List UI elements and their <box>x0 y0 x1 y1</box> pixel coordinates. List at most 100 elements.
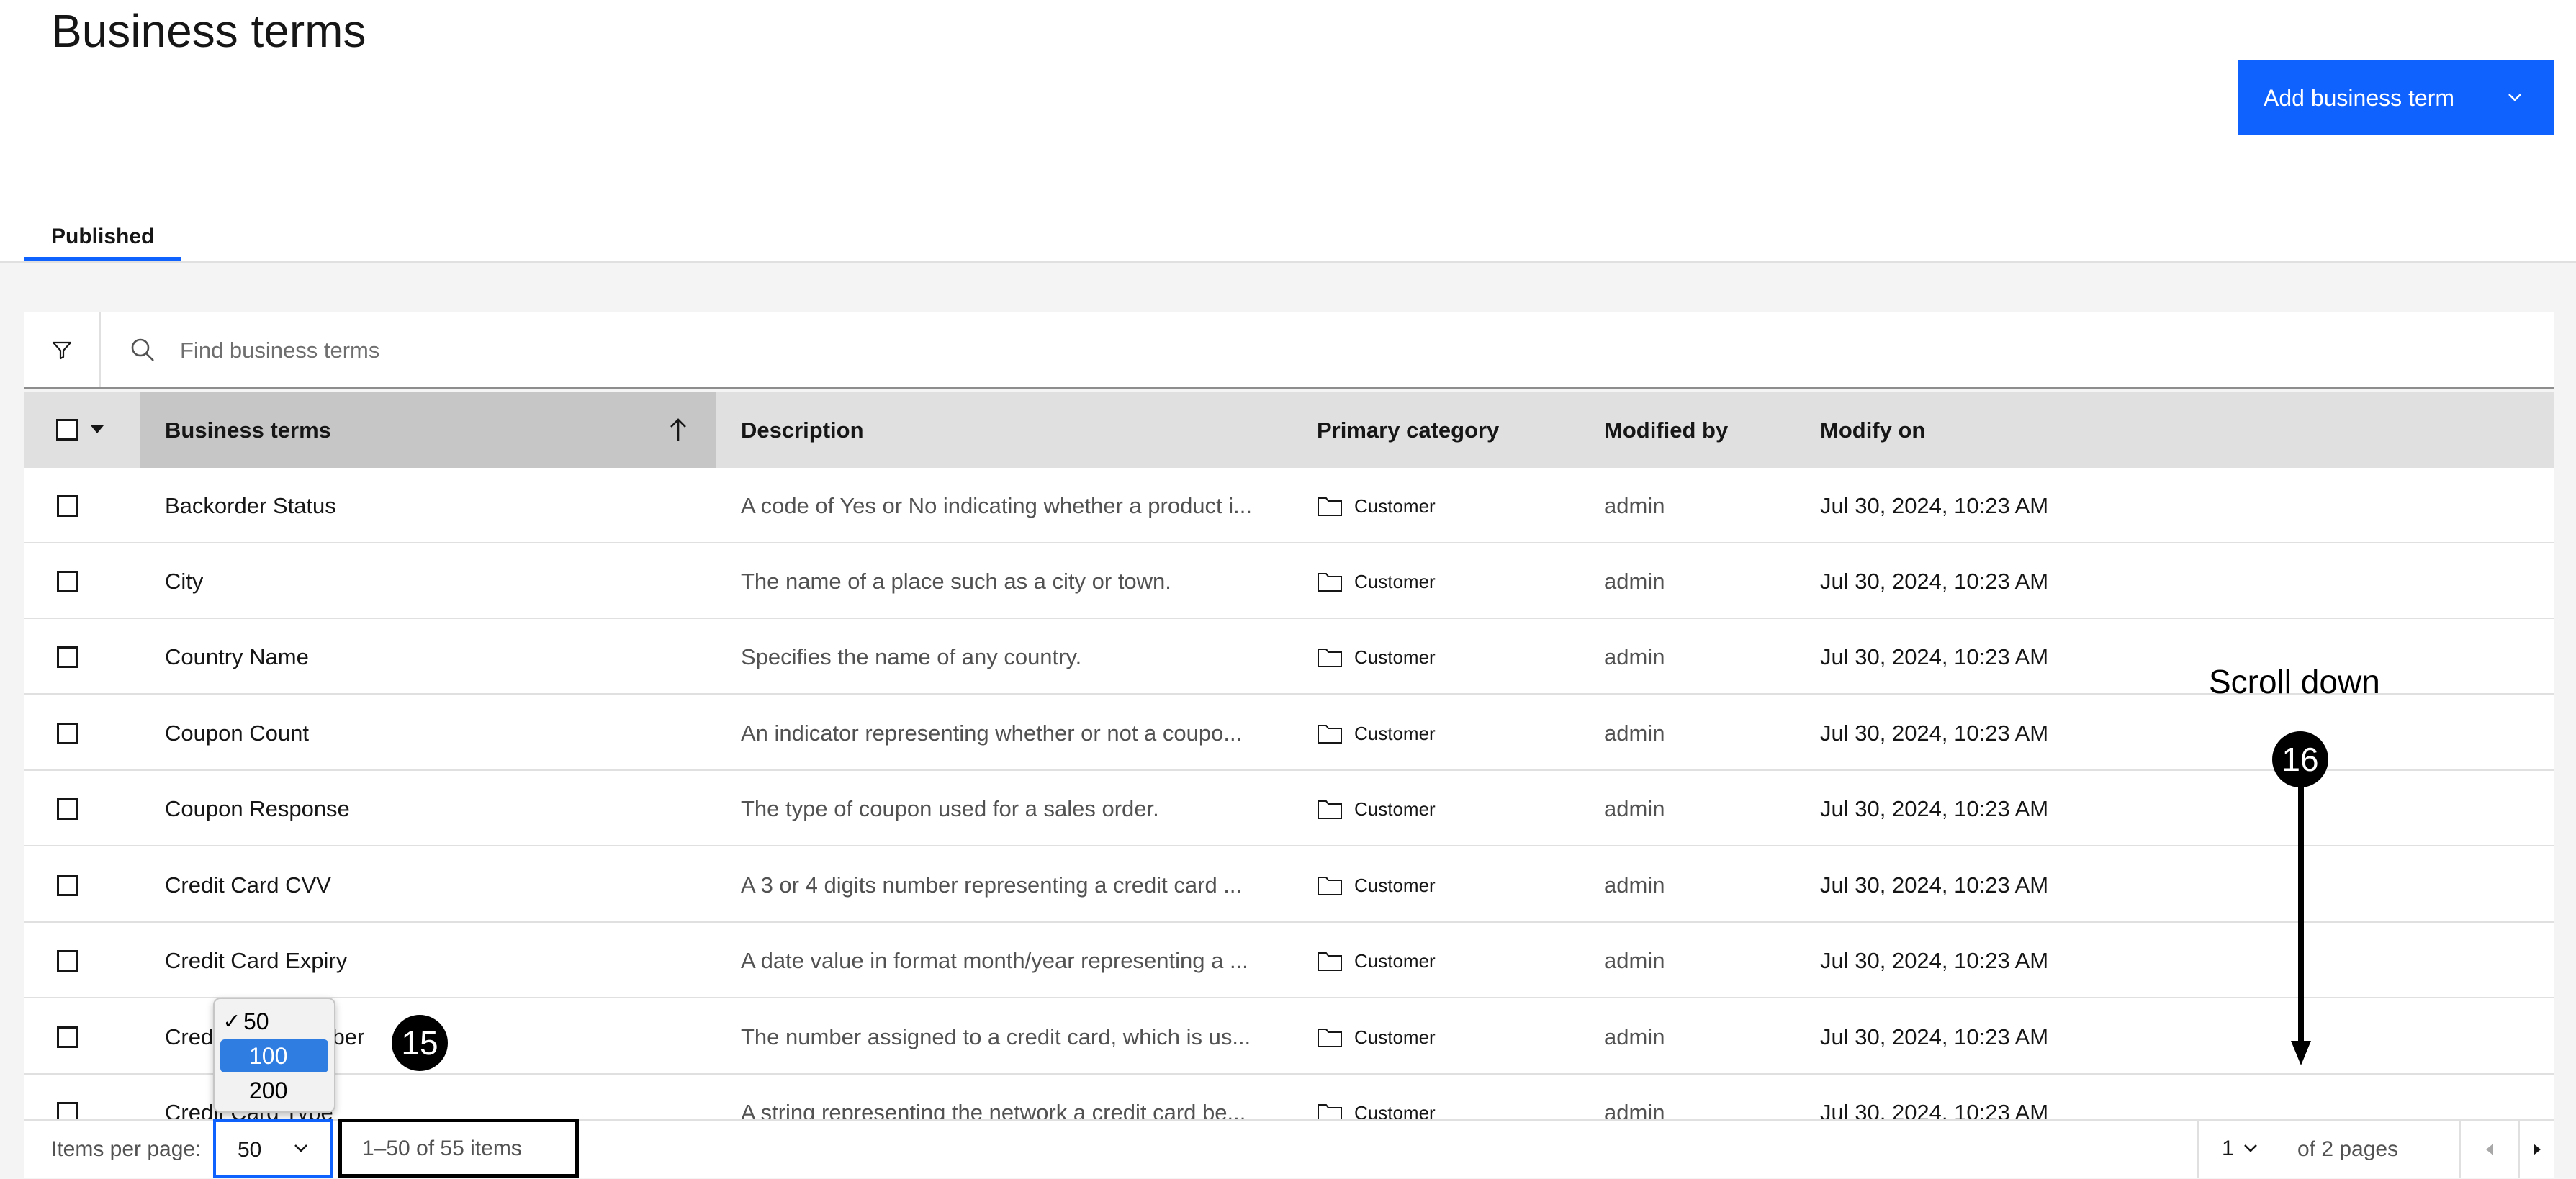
term-cell[interactable]: Credit Card Expiry <box>165 923 347 998</box>
term-cell[interactable]: Backorder Status <box>165 469 336 543</box>
term-cell[interactable]: Country Name <box>165 620 309 695</box>
column-header-modify-on[interactable]: Modify on <box>1820 392 1925 468</box>
modified-on-cell: Jul 30, 2024, 10:23 AM <box>1820 1100 2049 1119</box>
dropdown-option-50[interactable]: ✓ 50 <box>220 1005 328 1038</box>
items-per-page-select[interactable]: 50 <box>213 1119 333 1178</box>
select-all-header <box>24 392 138 468</box>
table-row[interactable]: Country Name Specifies the name of any c… <box>24 620 2554 695</box>
modified-by-cell: admin <box>1604 493 1665 518</box>
column-header-label: Business terms <box>165 417 331 443</box>
add-business-term-label: Add business term <box>2264 84 2455 111</box>
term-cell[interactable]: Credit Card CVV <box>165 848 331 923</box>
table-row[interactable]: Coupon Count An indicator representing w… <box>24 696 2554 771</box>
modified-by-cell: admin <box>1604 720 1665 746</box>
category-label: Customer <box>1354 1101 1436 1120</box>
row-checkbox[interactable] <box>57 950 78 972</box>
category-label: Customer <box>1354 494 1436 517</box>
column-header-primary-category[interactable]: Primary category <box>1317 392 1499 468</box>
previous-page-button[interactable] <box>2461 1121 2518 1178</box>
description-cell: A date value in format month/year repres… <box>741 948 1248 973</box>
dropdown-option-100[interactable]: 100 <box>220 1039 328 1072</box>
modified-by-cell: admin <box>1604 644 1665 669</box>
category-cell: Customer <box>1317 544 1436 619</box>
category-label: Customer <box>1354 570 1436 592</box>
items-per-page-dropdown: ✓ 50 100 200 <box>213 998 335 1113</box>
table-row[interactable]: City The name of a place such as a city … <box>24 544 2554 619</box>
step-16-badge: 16 <box>2272 731 2328 787</box>
tab-published[interactable]: Published <box>24 216 181 261</box>
business-terms-table: Business terms Description Primary categ… <box>24 392 2554 1119</box>
column-header-modified-by[interactable]: Modified by <box>1604 392 1728 468</box>
table-row[interactable]: Credit Card Type A string representing t… <box>24 1075 2554 1119</box>
caret-down-icon[interactable] <box>91 425 104 434</box>
folder-icon <box>1318 1104 1342 1119</box>
row-checkbox[interactable] <box>57 798 78 820</box>
category-label: Customer <box>1354 949 1436 972</box>
table-row[interactable]: Credit Card CVV A 3 or 4 digits number r… <box>24 848 2554 923</box>
category-cell: Customer <box>1317 1075 1436 1119</box>
search-icon <box>131 338 154 361</box>
row-checkbox[interactable] <box>57 875 78 896</box>
filter-button[interactable] <box>24 312 101 387</box>
row-checkbox[interactable] <box>57 571 78 592</box>
table-row[interactable]: Coupon Response The type of coupon used … <box>24 772 2554 846</box>
caret-left-icon <box>2486 1143 2493 1155</box>
select-all-checkbox[interactable] <box>56 419 78 441</box>
term-cell[interactable]: City <box>165 544 203 619</box>
sort-ascending-icon[interactable] <box>670 417 687 443</box>
description-cell: The name of a place such as a city or to… <box>741 569 1171 594</box>
row-checkbox[interactable] <box>57 1026 78 1048</box>
folder-icon <box>1318 952 1342 971</box>
option-label: 200 <box>249 1077 288 1103</box>
term-cell[interactable]: Coupon Count <box>165 696 309 771</box>
category-label: Customer <box>1354 798 1436 820</box>
add-business-term-button[interactable]: Add business term <box>2238 60 2554 135</box>
folder-icon <box>1318 877 1342 895</box>
search-input[interactable] <box>179 327 2485 374</box>
page-title: Business terms <box>51 5 366 57</box>
description-cell: An indicator representing whether or not… <box>741 720 1243 746</box>
modified-by-cell: admin <box>1604 1100 1665 1119</box>
description-cell: A 3 or 4 digits number representing a cr… <box>741 872 1243 898</box>
description-cell: The number assigned to a credit card, wh… <box>741 1024 1251 1049</box>
category-label: Customer <box>1354 874 1436 896</box>
items-per-page-value: 50 <box>238 1138 262 1162</box>
checkmark-icon: ✓ <box>222 1009 241 1034</box>
row-checkbox[interactable] <box>57 495 78 517</box>
modified-by-cell: admin <box>1604 796 1665 821</box>
modified-on-cell: Jul 30, 2024, 10:23 AM <box>1820 720 2049 746</box>
folder-icon <box>1318 573 1342 592</box>
folder-icon <box>1318 800 1342 819</box>
pagination-bar: Items per page: 50 1–50 of 55 items 1 of… <box>24 1119 2554 1178</box>
next-page-button[interactable] <box>2520 1121 2554 1178</box>
modified-on-cell: Jul 30, 2024, 10:23 AM <box>1820 948 2049 973</box>
modified-on-cell: Jul 30, 2024, 10:23 AM <box>1820 1024 2049 1049</box>
column-header-business-terms[interactable]: Business terms <box>140 392 716 468</box>
row-checkbox[interactable] <box>57 723 78 744</box>
items-range-box: 1–50 of 55 items <box>338 1119 579 1178</box>
modified-by-cell: admin <box>1604 948 1665 973</box>
table-row[interactable]: Credit Card Expiry A date value in forma… <box>24 923 2554 998</box>
category-cell: Customer <box>1317 848 1436 923</box>
modified-by-cell: admin <box>1604 1024 1665 1049</box>
dropdown-option-200[interactable]: 200 <box>220 1074 328 1107</box>
folder-icon <box>1318 1029 1342 1047</box>
column-header-label: Modify on <box>1820 417 1926 443</box>
modified-by-cell: admin <box>1604 872 1665 898</box>
folder-icon <box>1318 725 1342 744</box>
term-cell[interactable]: Coupon Response <box>165 772 350 846</box>
page-select[interactable]: 1 <box>2213 1121 2269 1178</box>
arrow-down-icon <box>2291 785 2311 1065</box>
category-cell: Customer <box>1317 923 1436 998</box>
page-select-value: 1 <box>2222 1137 2234 1160</box>
chevron-down-icon[interactable] <box>2507 89 2523 105</box>
modified-on-cell: Jul 30, 2024, 10:23 AM <box>1820 493 2049 518</box>
chevron-down-icon <box>294 1144 307 1152</box>
row-checkbox[interactable] <box>57 646 78 668</box>
items-per-page-label: Items per page: <box>51 1137 202 1161</box>
table-row[interactable]: Backorder Status A code of Yes or No ind… <box>24 469 2554 543</box>
column-header-label: Primary category <box>1317 417 1500 443</box>
description-cell: A code of Yes or No indicating whether a… <box>741 493 1253 518</box>
column-header-description[interactable]: Description <box>741 392 864 468</box>
row-checkbox[interactable] <box>57 1102 78 1119</box>
